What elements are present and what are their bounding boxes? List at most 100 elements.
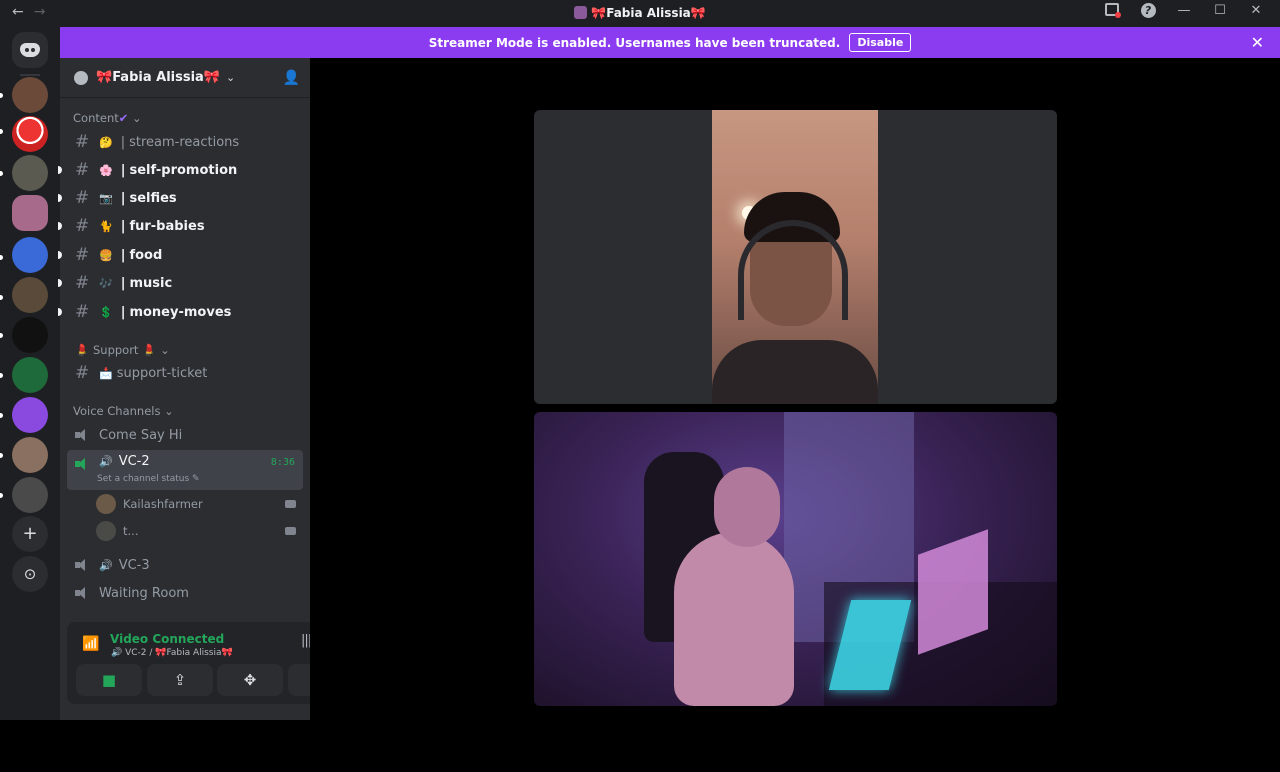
- video-stage: [310, 58, 1280, 720]
- channel-self-promotion[interactable]: # 🌸 | self-promotion: [67, 156, 303, 184]
- unread-dot: [0, 129, 3, 134]
- server-rail: + ⊙: [0, 27, 60, 720]
- channel-name: money-moves: [129, 304, 232, 320]
- camera-button[interactable]: ■: [76, 664, 142, 696]
- server-separator: [20, 74, 40, 76]
- channel-money-moves[interactable]: # 💲 | money-moves: [67, 298, 303, 326]
- discover-icon[interactable]: ⊙: [12, 556, 48, 592]
- unread-dot: [0, 493, 3, 498]
- voice-channel-waiting-room[interactable]: Waiting Room: [67, 579, 303, 607]
- add-server-icon[interactable]: +: [12, 516, 48, 552]
- participant-body: [674, 532, 794, 706]
- channel-name: stream-reactions: [129, 134, 240, 150]
- hash-icon: #: [75, 160, 90, 180]
- home-button[interactable]: [12, 32, 48, 68]
- server-icon-9[interactable]: [12, 397, 48, 433]
- unread-dot: [0, 295, 3, 300]
- channel-selfies[interactable]: # 📷 | selfies: [67, 184, 303, 212]
- participant-body: [712, 340, 878, 404]
- camera-icon: [285, 500, 296, 508]
- window-controls: ? — ☐ ✕: [1094, 3, 1274, 20]
- inbox-icon: [1105, 3, 1121, 18]
- server-icon-5[interactable]: [12, 237, 48, 273]
- voice-location[interactable]: 🔊 VC-2 / 🎀Fabia Alissia🎀: [111, 648, 233, 658]
- maximize-icon[interactable]: ☐: [1202, 3, 1238, 20]
- unread-dot: [0, 171, 3, 176]
- voice-channel-vc3[interactable]: 🔊 VC-3: [67, 551, 303, 579]
- call-timer: 8:36: [270, 457, 295, 468]
- category-support[interactable]: 💄 Support 💄 ⌄: [75, 343, 170, 357]
- voice-channel-vc2[interactable]: 🔊 VC-2 8:36 Set a channel status ✎: [67, 450, 303, 490]
- server-icon-current[interactable]: [12, 195, 48, 231]
- server-icon-11[interactable]: [12, 477, 48, 513]
- unread-dot: [0, 255, 3, 260]
- channel-status[interactable]: Set a channel status ✎: [97, 474, 200, 484]
- voice-user[interactable]: Kailashfarmer: [96, 492, 296, 516]
- screen-share-button[interactable]: ⇪: [147, 664, 213, 696]
- avatar: [96, 494, 116, 514]
- unread-indicator: [58, 251, 62, 259]
- video-tile-2[interactable]: [534, 412, 1057, 706]
- channel-fur-babies[interactable]: # 🐈 | fur-babies: [67, 212, 303, 240]
- avatar: [96, 521, 116, 541]
- unread-indicator: [58, 308, 62, 316]
- speaker-icon: [75, 558, 91, 572]
- unread-dot: [0, 93, 3, 98]
- chevron-down-icon: ⌄: [226, 71, 236, 84]
- speaker-icon: [75, 457, 91, 471]
- server-name: 🎀Fabia Alissia🎀: [96, 70, 221, 85]
- channel-name: fur-babies: [129, 218, 205, 234]
- streamer-mode-banner: Streamer Mode is enabled. Usernames have…: [60, 27, 1280, 58]
- server-icon-10[interactable]: [12, 437, 48, 473]
- bow-emoji: 🎀: [690, 6, 706, 20]
- server-mini-icon: [574, 6, 588, 19]
- server-header[interactable]: 🎀Fabia Alissia🎀 ⌄ 👤: [60, 58, 310, 98]
- add-member-icon[interactable]: 👤: [283, 70, 300, 86]
- unread-indicator: [58, 222, 62, 230]
- hash-icon: #: [75, 216, 90, 236]
- voice-channel-come-say-hi[interactable]: Come Say Hi: [67, 421, 303, 449]
- unread-indicator: [58, 166, 62, 174]
- channel-name: music: [129, 275, 173, 291]
- speaker-icon: [75, 586, 91, 600]
- server-icon-8[interactable]: [12, 357, 48, 393]
- unread-indicator: [58, 279, 62, 287]
- hash-icon: #: [75, 132, 90, 152]
- channel-stream-reactions[interactable]: # 🤔 | stream-reactions: [67, 128, 303, 156]
- help-icon: ?: [1140, 3, 1156, 18]
- channel-food[interactable]: # 🍔 | food: [67, 241, 303, 269]
- activities-button[interactable]: ✥: [217, 664, 283, 696]
- signal-icon[interactable]: 📶: [82, 636, 99, 652]
- minimize-icon[interactable]: —: [1166, 3, 1202, 20]
- video-tile-1[interactable]: [534, 110, 1057, 404]
- discord-logo-icon: [20, 43, 40, 57]
- camera-icon: [285, 527, 296, 535]
- banner-text: Streamer Mode is enabled. Usernames have…: [428, 35, 841, 50]
- close-window-icon[interactable]: ✕: [1238, 3, 1274, 20]
- voice-status[interactable]: Video Connected: [110, 632, 224, 646]
- channel-support-ticket[interactable]: # 📩 support-ticket: [67, 359, 303, 387]
- channel-sidebar: 🎀Fabia Alissia🎀 ⌄ 👤 Content✔ ⌄ # 🤔 | stream…: [58, 58, 363, 720]
- close-icon[interactable]: ✕: [1251, 33, 1264, 52]
- unread-dot: [0, 453, 3, 458]
- server-icon-2[interactable]: [12, 116, 48, 152]
- server-icon-3[interactable]: [12, 155, 48, 191]
- voice-user[interactable]: t...: [96, 519, 296, 543]
- channel-music[interactable]: # 🎶 | music: [67, 269, 303, 297]
- unread-dot: [0, 413, 3, 418]
- unread-indicator: [58, 194, 62, 202]
- server-icon-6[interactable]: [12, 277, 48, 313]
- window-title-text: Fabia Alissia: [606, 6, 691, 20]
- category-voice[interactable]: Voice Channels ⌄: [73, 404, 174, 418]
- hash-icon: #: [75, 363, 90, 383]
- server-icon-7[interactable]: [12, 317, 48, 353]
- inbox-button[interactable]: [1094, 3, 1130, 20]
- participant-video: [712, 110, 878, 404]
- help-button[interactable]: ?: [1130, 3, 1166, 20]
- category-content[interactable]: Content✔ ⌄: [73, 111, 142, 125]
- participant-head: [714, 467, 780, 547]
- disable-button[interactable]: Disable: [849, 33, 912, 52]
- hash-icon: #: [75, 273, 90, 293]
- hash-icon: #: [75, 188, 90, 208]
- server-icon-1[interactable]: [12, 77, 48, 113]
